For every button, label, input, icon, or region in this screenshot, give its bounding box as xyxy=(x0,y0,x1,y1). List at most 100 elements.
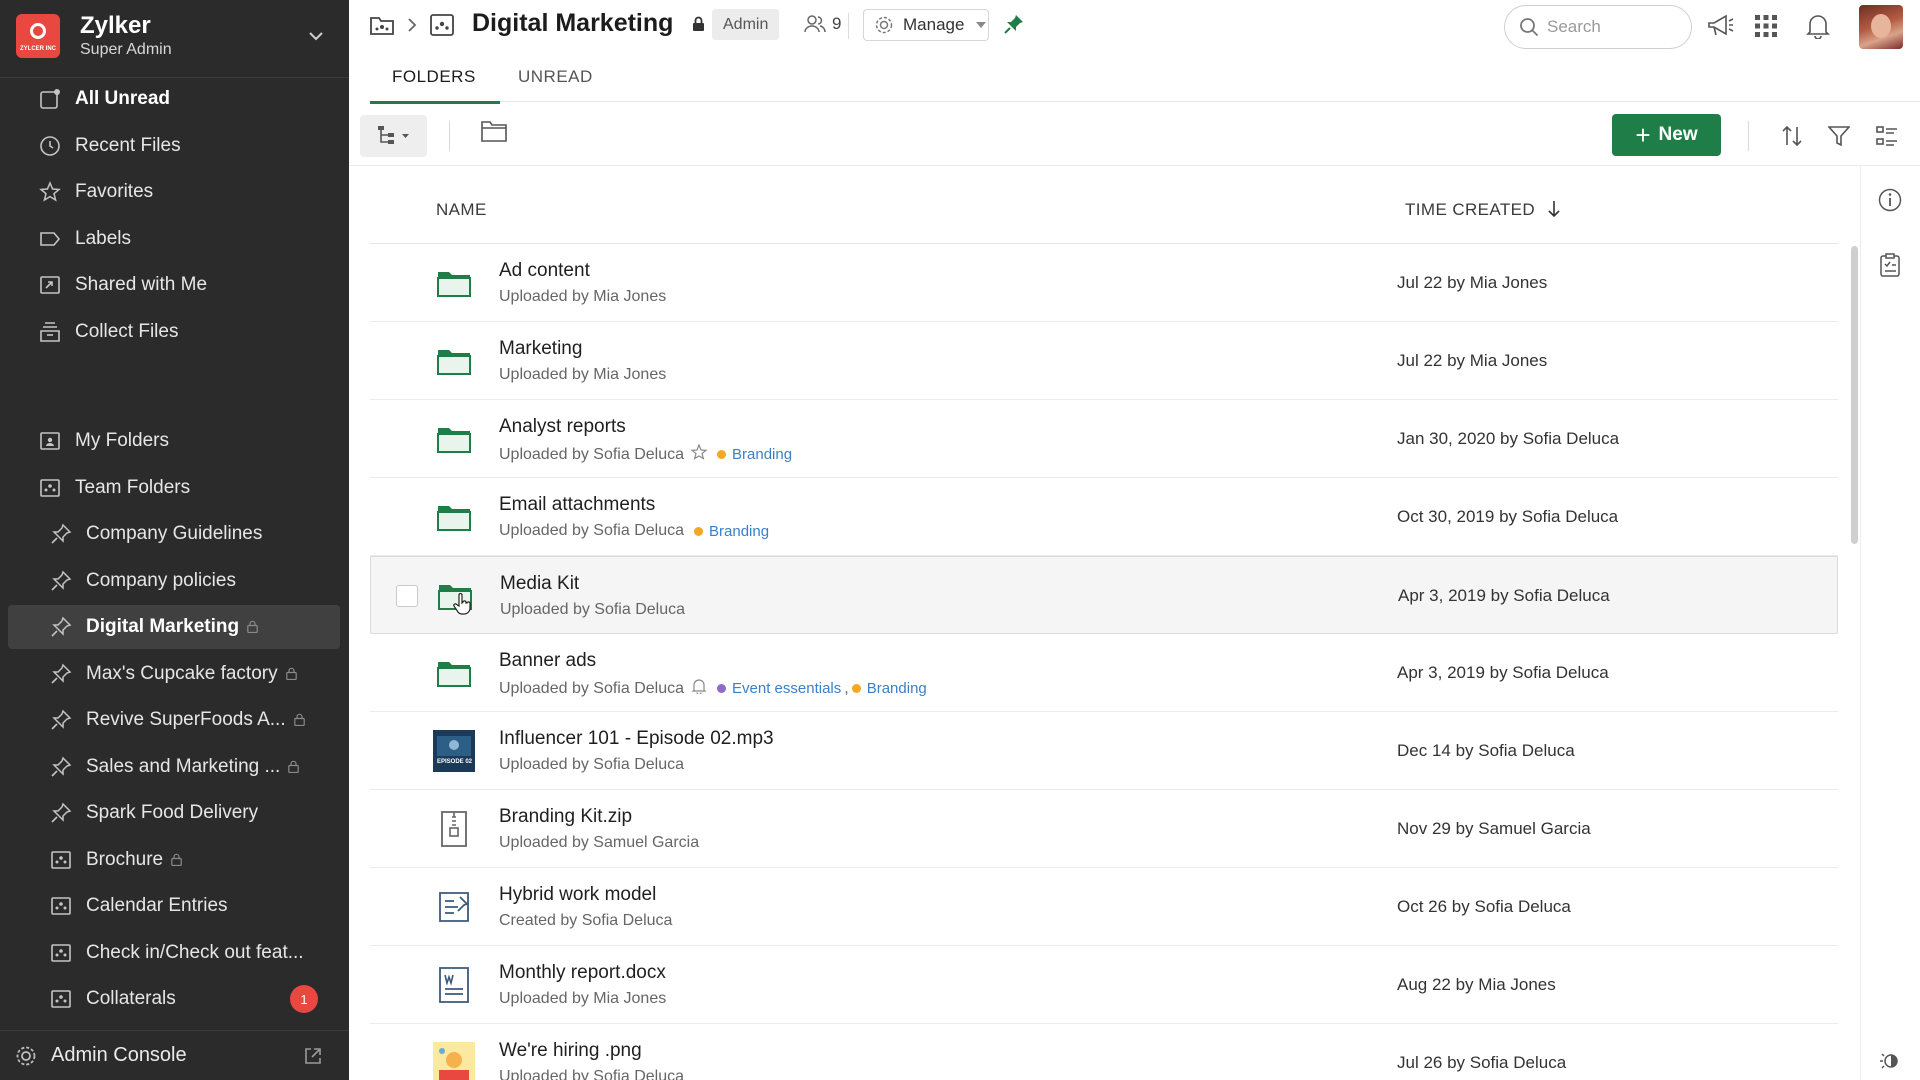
my-folder-icon xyxy=(39,430,61,452)
team-folder-icon[interactable] xyxy=(369,12,395,38)
search-input[interactable] xyxy=(1547,17,1677,37)
file-name[interactable]: Email attachments xyxy=(499,494,655,516)
theme-toggle-icon[interactable] xyxy=(1877,1048,1903,1074)
apps-grid-icon[interactable] xyxy=(1752,12,1780,40)
sidebar-item-company-policies[interactable]: Company policies xyxy=(0,559,349,603)
column-header-name[interactable]: NAME xyxy=(436,200,487,220)
file-name[interactable]: Analyst reports xyxy=(499,416,626,438)
docx-icon xyxy=(434,965,474,1005)
shared-icon xyxy=(39,274,61,296)
sidebar-item-label: Max's Cupcake factory xyxy=(86,663,297,685)
sidebar-item-team-folders[interactable]: Team Folders xyxy=(0,466,349,510)
lock-icon xyxy=(285,667,297,680)
file-name[interactable]: Marketing xyxy=(499,338,582,360)
sidebar-item-label: Company Guidelines xyxy=(86,523,263,544)
sidebar-item-my-folders[interactable]: My Folders xyxy=(0,419,349,463)
tag-label: Event essentials xyxy=(732,680,842,697)
sidebar-item-shared-with-me[interactable]: Shared with Me xyxy=(0,263,349,307)
sidebar-item-collaterals[interactable]: Collaterals 1 xyxy=(0,977,349,1021)
label-tag[interactable]: Branding xyxy=(851,680,927,697)
table-row[interactable]: We're hiring .png Uploaded by Sofia Delu… xyxy=(370,1024,1838,1080)
manage-dropdown[interactable]: Manage xyxy=(863,9,989,41)
pin-icon[interactable] xyxy=(1004,14,1024,34)
filter-icon[interactable] xyxy=(1826,123,1852,149)
table-row[interactable]: Ad content Uploaded by Mia Jones Jul 22 … xyxy=(370,244,1838,322)
file-name[interactable]: Monthly report.docx xyxy=(499,962,666,984)
external-link-icon[interactable] xyxy=(303,1046,323,1066)
activity-icon[interactable] xyxy=(1877,252,1903,278)
folder-icon xyxy=(434,341,474,381)
table-row[interactable]: Analyst reports Uploaded by Sofia Deluca… xyxy=(370,400,1838,478)
table-row[interactable]: Media Kit Uploaded by Sofia Deluca Apr 3… xyxy=(370,556,1838,634)
chevron-down-icon[interactable] xyxy=(306,26,326,46)
sidebar-item-calendar-entries[interactable]: Calendar Entries xyxy=(0,884,349,928)
file-name[interactable]: We're hiring .png xyxy=(499,1040,642,1062)
row-checkbox[interactable] xyxy=(396,585,418,607)
scrollbar[interactable] xyxy=(1851,246,1858,544)
sidebar-item-recent-files[interactable]: Recent Files xyxy=(0,124,349,168)
sidebar-item-all-unread[interactable]: All Unread xyxy=(0,77,349,121)
file-name[interactable]: Hybrid work model xyxy=(499,884,656,906)
folder-icon xyxy=(434,653,474,693)
members-button[interactable]: 9 xyxy=(804,14,841,34)
table-row[interactable]: Banner ads Uploaded by Sofia Deluca Event… xyxy=(370,634,1838,712)
info-icon[interactable] xyxy=(1877,187,1903,213)
sidebar-item-digital-marketing[interactable]: Digital Marketing xyxy=(8,605,340,649)
label-tag[interactable]: Branding xyxy=(717,446,792,463)
sidebar-item-favorites[interactable]: Favorites xyxy=(0,170,349,214)
zip-icon xyxy=(434,809,474,849)
file-name[interactable]: Media Kit xyxy=(500,573,579,595)
admin-console-link[interactable]: Admin Console xyxy=(0,1030,349,1080)
announcements-icon[interactable] xyxy=(1706,12,1734,40)
sidebar-item-sales-and-marketing[interactable]: Sales and Marketing ... xyxy=(0,745,349,789)
sidebar-item-collect-files[interactable]: Collect Files xyxy=(0,310,349,354)
table-row[interactable]: Email attachments Uploaded by Sofia Delu… xyxy=(370,478,1838,556)
label-icon xyxy=(39,228,61,250)
org-name: Zylker xyxy=(80,12,151,39)
table-row[interactable]: Branding Kit.zip Uploaded by Samuel Garc… xyxy=(370,790,1838,868)
table-row[interactable]: Marketing Uploaded by Mia Jones Jul 22 b… xyxy=(370,322,1838,400)
file-name[interactable]: Branding Kit.zip xyxy=(499,806,632,828)
sidebar-item-max-s-cupcake-factory[interactable]: Max's Cupcake factory xyxy=(0,652,349,696)
team-folder-icon xyxy=(430,14,454,36)
tag-label: Branding xyxy=(866,680,927,697)
sidebar-item-brochure[interactable]: Brochure xyxy=(0,838,349,882)
star-outline-icon[interactable] xyxy=(684,444,708,465)
star-icon xyxy=(39,181,61,203)
tree-view-button[interactable] xyxy=(360,115,427,157)
sidebar-item-check-in-check-out-feat[interactable]: Check in/Check out feat... xyxy=(0,931,349,975)
sidebar-item-label: Collaterals xyxy=(86,988,176,1009)
tab-folders[interactable]: FOLDERS xyxy=(370,67,500,104)
bell-outline-icon[interactable] xyxy=(684,678,707,699)
file-name[interactable]: Influencer 101 - Episode 02.mp3 xyxy=(499,728,774,750)
tab-unread[interactable]: UNREAD xyxy=(518,67,593,87)
new-button[interactable]: + New xyxy=(1612,114,1721,156)
file-name[interactable]: Ad content xyxy=(499,260,590,282)
file-name[interactable]: Banner ads xyxy=(499,650,596,672)
list-view-icon[interactable] xyxy=(1874,123,1900,149)
table-row[interactable]: EPISODE 02 Influencer 101 - Episode 02.m… xyxy=(370,712,1838,790)
folder-outline-icon[interactable] xyxy=(480,119,508,143)
sidebar-item-revive-superfoods-a[interactable]: Revive SuperFoods A... xyxy=(0,698,349,742)
sidebar-item-labels[interactable]: Labels xyxy=(0,217,349,261)
lock-icon xyxy=(693,17,705,32)
sidebar-item-spark-food-delivery[interactable]: Spark Food Delivery xyxy=(0,791,349,835)
search-box[interactable] xyxy=(1504,5,1692,49)
file-uploader: Uploaded by Sofia Deluca xyxy=(499,756,684,774)
bell-icon[interactable] xyxy=(1804,12,1832,40)
table-row[interactable]: Hybrid work model Created by Sofia Deluc… xyxy=(370,868,1838,946)
audio-thumbnail-text: EPISODE 02 xyxy=(437,759,473,765)
label-tag[interactable]: Branding xyxy=(694,523,769,540)
lock-icon xyxy=(288,760,300,773)
sidebar-item-company-guidelines[interactable]: Company Guidelines xyxy=(0,512,349,556)
time-created: Apr 3, 2019 by Sofia Deluca xyxy=(1397,663,1609,682)
arrow-down-icon xyxy=(1548,201,1560,218)
avatar[interactable] xyxy=(1859,5,1903,49)
time-created: Oct 30, 2019 by Sofia Deluca xyxy=(1397,507,1619,526)
table-row[interactable]: Monthly report.docx Uploaded by Mia Jone… xyxy=(370,946,1838,1024)
column-header-time[interactable]: TIME CREATED xyxy=(1405,200,1560,220)
sort-icon[interactable] xyxy=(1779,123,1805,149)
org-switcher[interactable]: ZYLCER INC Zylker Super Admin xyxy=(0,0,349,78)
label-tag[interactable]: Event essentials xyxy=(717,680,841,697)
pin-icon xyxy=(50,663,72,685)
